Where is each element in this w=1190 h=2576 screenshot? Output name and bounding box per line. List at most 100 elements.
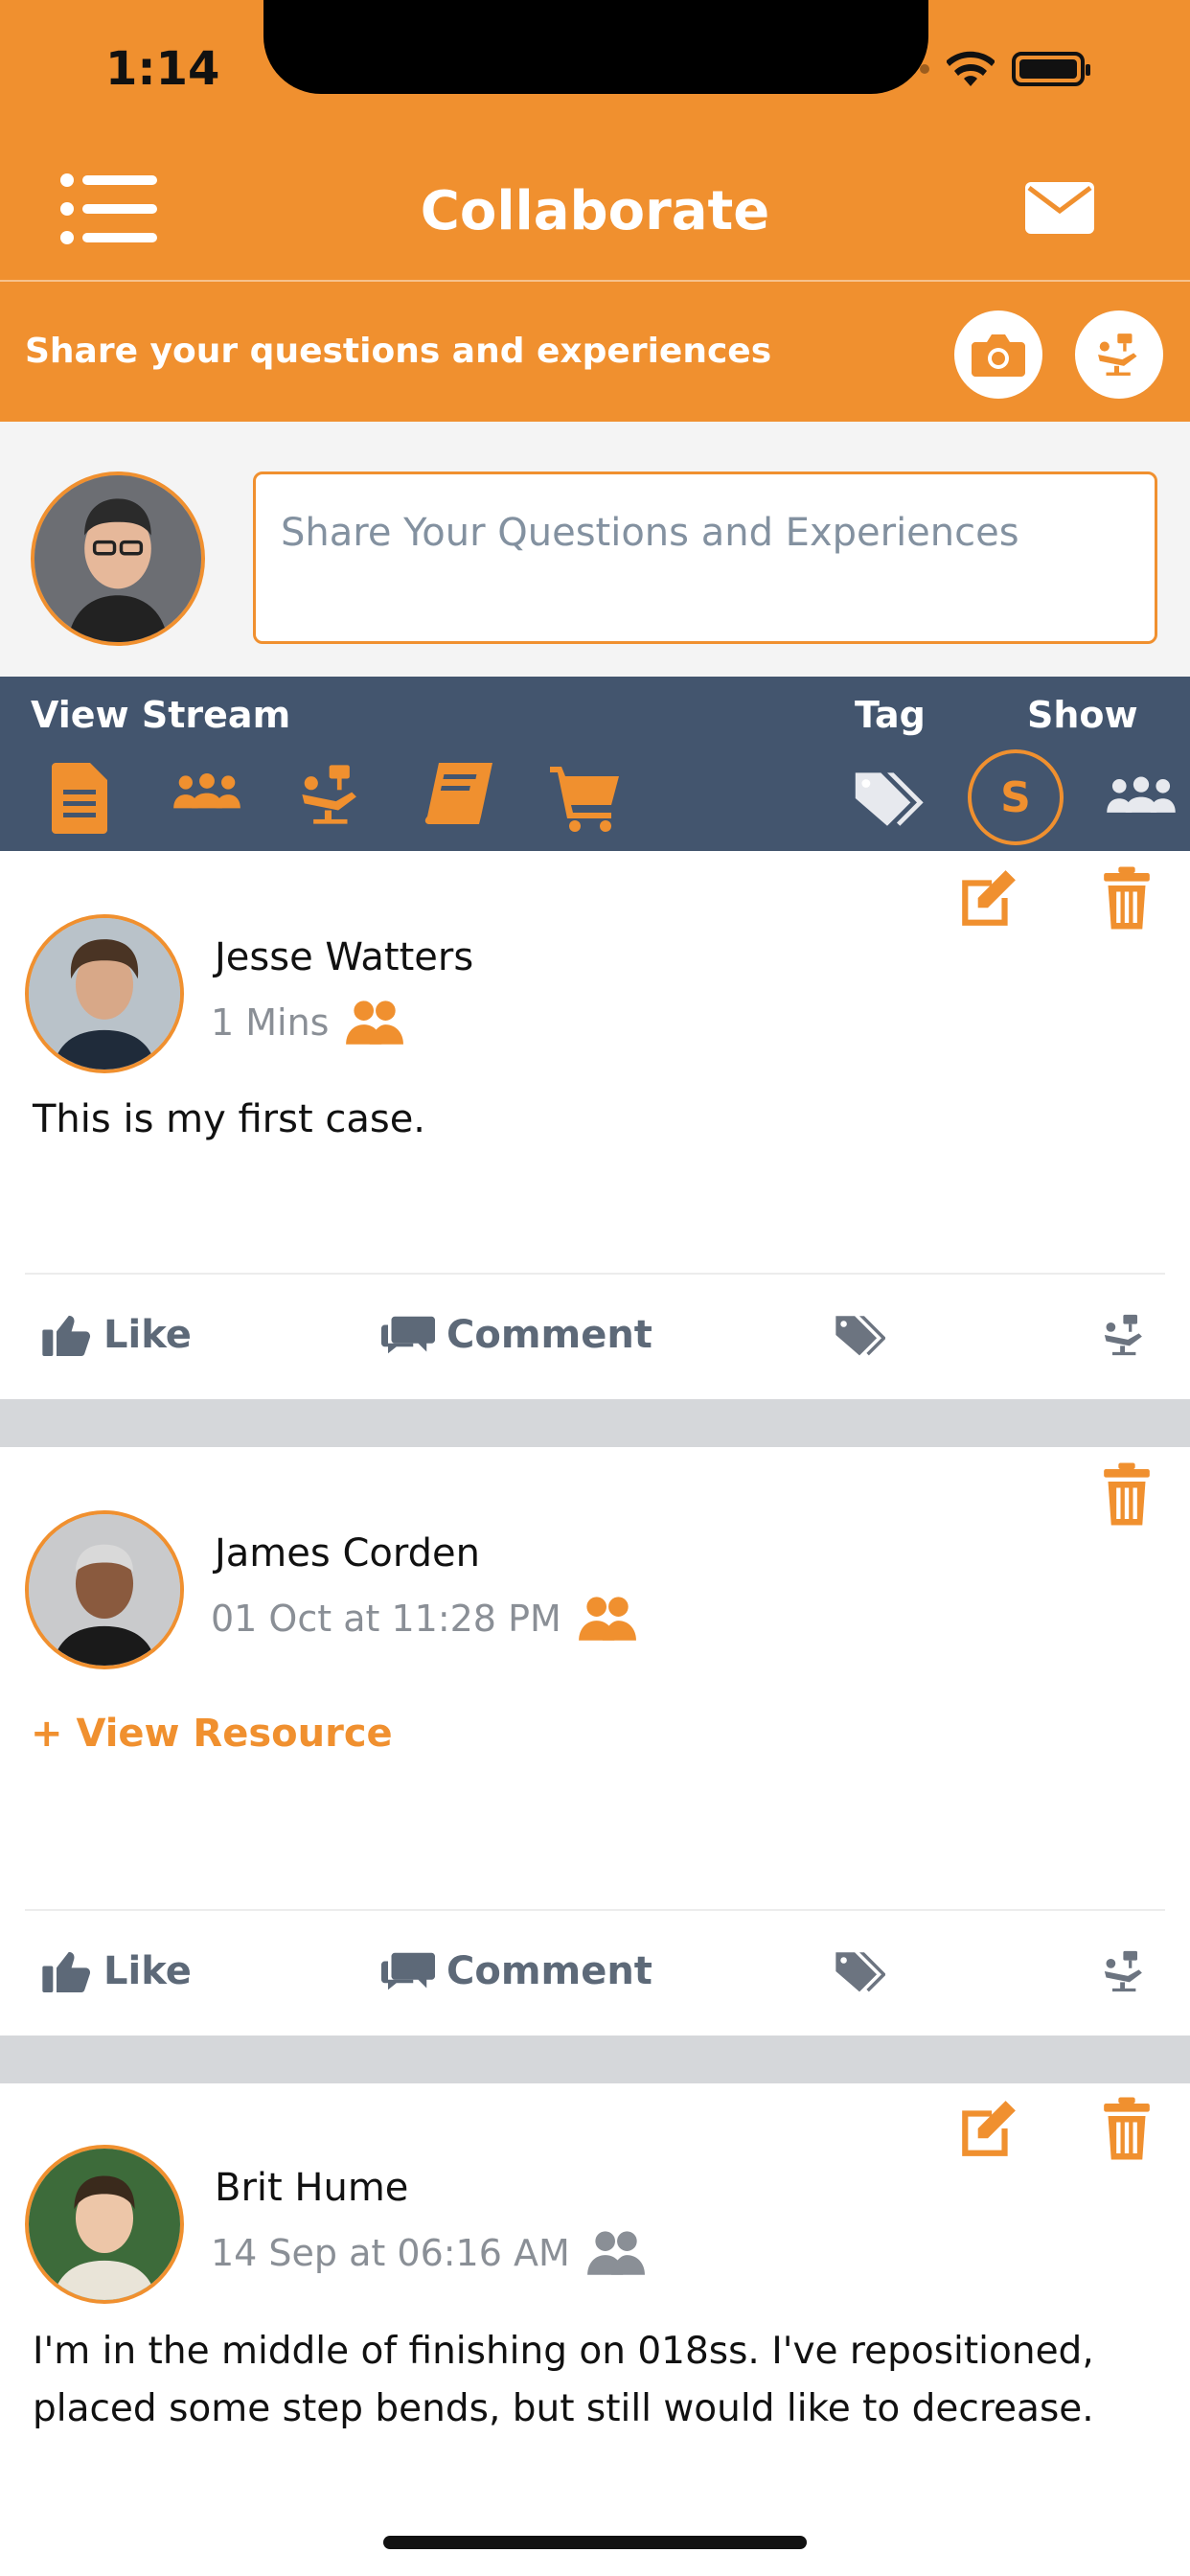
group-icon: [1107, 776, 1176, 813]
dental-chair-icon: [295, 763, 368, 826]
dental-chair-icon: [1100, 1949, 1150, 1993]
edit-post-button[interactable]: [956, 868, 1019, 935]
tags-icon: [834, 1949, 885, 1993]
stream-filter-resources[interactable]: [423, 763, 494, 830]
group-icon: [173, 773, 240, 809]
view-stream-label: View Stream: [31, 694, 291, 736]
post-meta: 1 Mins: [211, 999, 405, 1046]
edit-post-button[interactable]: [956, 2099, 1019, 2166]
delete-post-button[interactable]: [1102, 2097, 1152, 2164]
status-icons: [868, 50, 1090, 88]
camera-icon: [972, 334, 1025, 377]
feed-post: James Corden 01 Oct at 11:28 PM + View R…: [0, 1447, 1190, 2036]
show-group-toggle[interactable]: [1104, 772, 1179, 822]
feed-post: Brit Hume 14 Sep at 06:16 AM I'm in the …: [0, 2083, 1190, 2576]
audience-people-icon: [575, 1595, 638, 1643]
tag-label: Tag: [855, 694, 926, 736]
post-actions: Like Comment: [25, 1273, 1165, 1397]
messages-button[interactable]: [1025, 182, 1094, 238]
comment-button[interactable]: Comment: [381, 1949, 652, 1993]
feed-post: Jesse Watters 1 Mins This is my first ca…: [0, 851, 1190, 1399]
post-separator: [0, 1399, 1190, 1447]
comment-label: Comment: [446, 1313, 652, 1357]
shopping-cart-icon: [550, 767, 619, 832]
author-name[interactable]: Brit Hume: [215, 2166, 408, 2210]
thumbs-up-icon: [42, 1314, 92, 1356]
author-portrait: [29, 918, 180, 1070]
edit-icon: [956, 2099, 1019, 2162]
book-icon: [424, 763, 492, 824]
comment-icon: [381, 1314, 435, 1356]
post-time: 14 Sep at 06:16 AM: [211, 2232, 570, 2274]
link-case-button[interactable]: [1100, 1313, 1150, 1357]
stream-filter-shop[interactable]: [550, 763, 621, 838]
post-actions: Like Comment: [25, 1909, 1165, 2034]
cellular-signal-icon: [868, 64, 929, 74]
author-name[interactable]: Jesse Watters: [215, 935, 473, 979]
author-portrait: [29, 1514, 180, 1666]
wifi-icon: [947, 51, 995, 86]
show-label: Show: [1027, 694, 1138, 736]
page-title: Collaborate: [420, 180, 770, 242]
author-name[interactable]: James Corden: [215, 1531, 480, 1576]
audience-people-icon: [584, 2229, 647, 2277]
share-banner: Share your questions and experiences: [0, 280, 1190, 422]
stream-filter-posts[interactable]: [52, 763, 107, 838]
post-body: I'm in the middle of finishing on 018ss.…: [33, 2323, 1163, 2438]
comment-icon: [381, 1950, 435, 1992]
post-meta: 01 Oct at 11:28 PM: [211, 1595, 638, 1643]
post-time: 01 Oct at 11:28 PM: [211, 1598, 561, 1640]
home-indicator[interactable]: [383, 2536, 807, 2549]
audience-people-icon: [342, 999, 405, 1046]
post-separator: [0, 2036, 1190, 2083]
dental-chair-icon: [1093, 332, 1145, 378]
camera-button[interactable]: [954, 310, 1042, 399]
author-avatar[interactable]: [25, 914, 184, 1073]
status-time: 1:14: [105, 42, 220, 96]
like-button[interactable]: Like: [42, 1313, 192, 1357]
device-notch: [263, 0, 928, 94]
post-composer: Share Your Questions and Experiences: [0, 422, 1190, 677]
view-resource-link[interactable]: + View Resource: [31, 1712, 393, 1756]
thumbs-up-icon: [42, 1950, 92, 1992]
stream-filter-bar: View Stream Tag Show S: [0, 677, 1190, 851]
post-body-line: I'm in the middle of finishing on 018ss.…: [33, 2330, 1094, 2373]
user-portrait: [34, 475, 201, 642]
comment-button[interactable]: Comment: [381, 1313, 652, 1357]
trash-icon: [1102, 1462, 1152, 1526]
like-button[interactable]: Like: [42, 1949, 192, 1993]
stream-filter-groups[interactable]: [171, 769, 243, 818]
post-body-line: placed some step bends, but still would …: [33, 2387, 1094, 2430]
show-self-toggle[interactable]: S: [968, 749, 1064, 845]
tag-post-button[interactable]: [834, 1949, 885, 1993]
edit-icon: [956, 868, 1019, 932]
share-banner-text: Share your questions and experiences: [25, 332, 772, 371]
stream-filter-cases[interactable]: [295, 763, 368, 830]
envelope-icon: [1025, 182, 1094, 234]
delete-post-button[interactable]: [1102, 1462, 1152, 1530]
tag-filter-button[interactable]: [851, 769, 924, 832]
tags-icon: [834, 1313, 885, 1357]
tags-icon: [851, 769, 924, 828]
author-portrait: [29, 2149, 180, 2300]
link-case-button[interactable]: [1100, 1949, 1150, 1993]
top-app-bar: 1:14 Collaborate: [0, 0, 1190, 280]
like-label: Like: [103, 1949, 192, 1993]
like-label: Like: [103, 1313, 192, 1357]
tag-post-button[interactable]: [834, 1313, 885, 1357]
trash-icon: [1102, 866, 1152, 930]
patient-case-button[interactable]: [1075, 310, 1163, 399]
delete-post-button[interactable]: [1102, 866, 1152, 933]
post-time: 1 Mins: [211, 1001, 330, 1044]
document-icon: [52, 763, 107, 834]
share-input[interactable]: Share Your Questions and Experiences: [253, 472, 1157, 644]
comment-label: Comment: [446, 1949, 652, 1993]
author-avatar[interactable]: [25, 1510, 184, 1669]
post-body: This is my first case.: [33, 1097, 426, 1141]
dental-chair-icon: [1100, 1313, 1150, 1357]
author-avatar[interactable]: [25, 2145, 184, 2304]
current-user-avatar[interactable]: [31, 472, 205, 646]
post-meta: 14 Sep at 06:16 AM: [211, 2229, 647, 2277]
trash-icon: [1102, 2097, 1152, 2160]
battery-icon: [1012, 52, 1090, 86]
